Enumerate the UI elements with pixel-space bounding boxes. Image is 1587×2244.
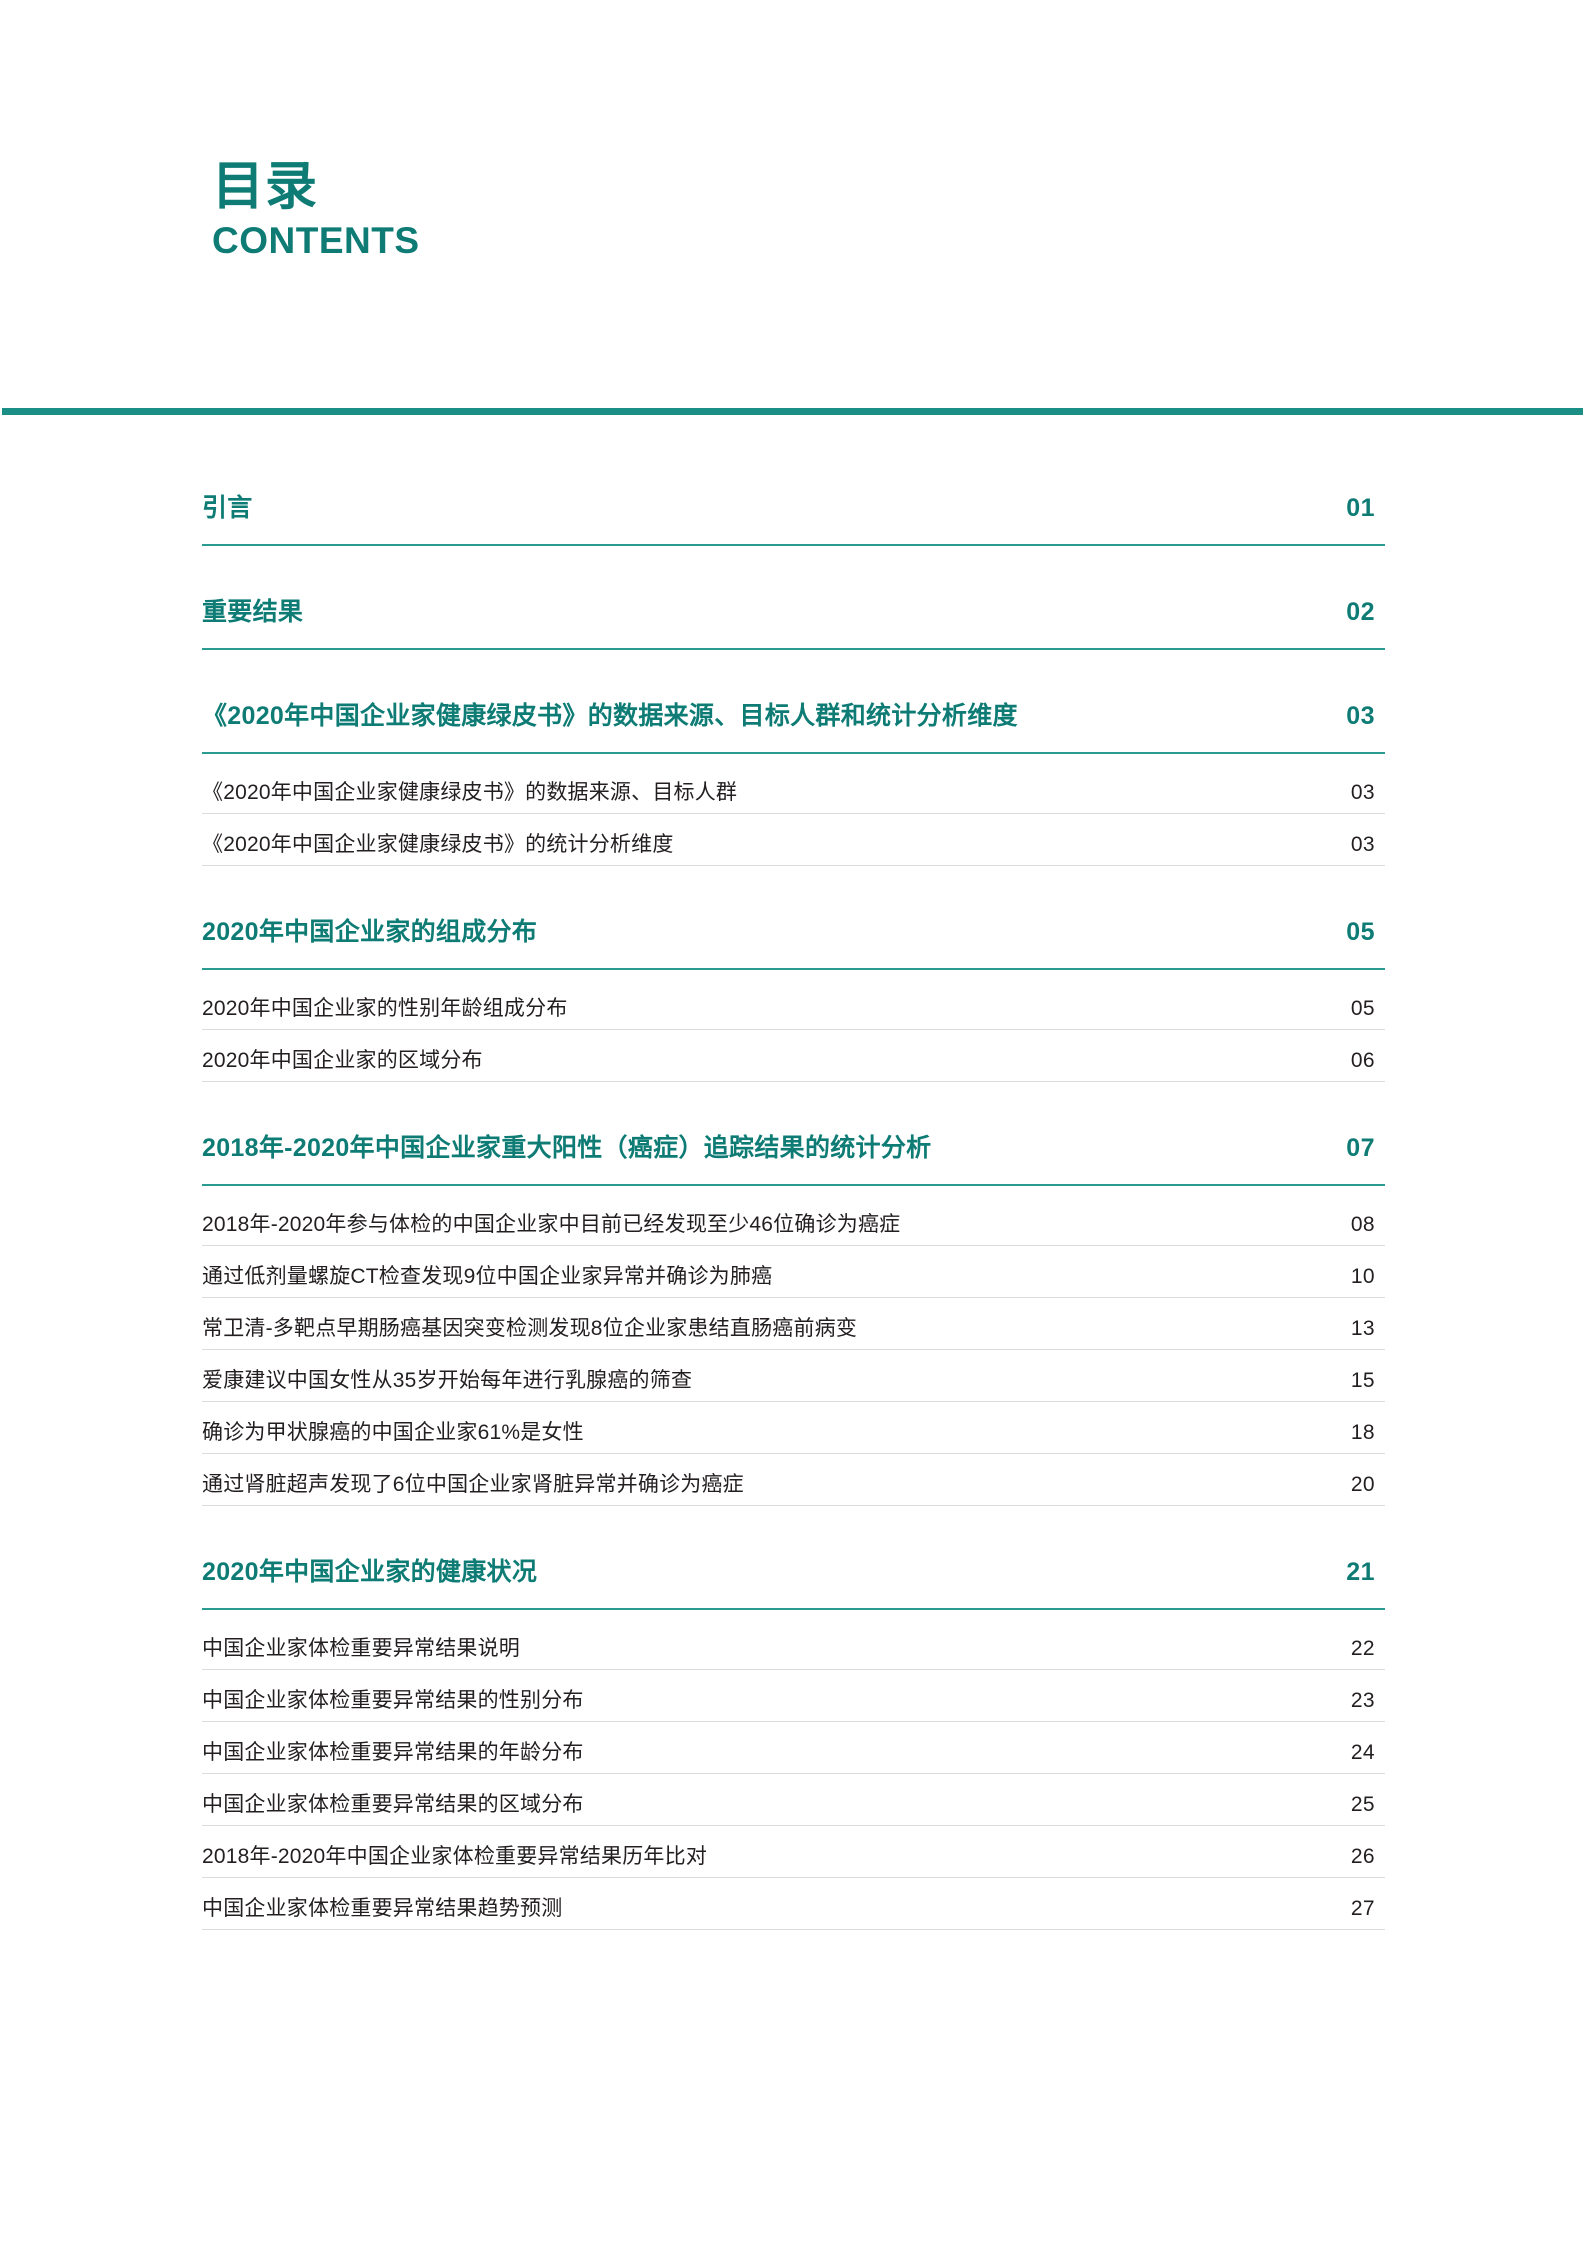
toc-section-page-number: 01 xyxy=(1346,494,1375,522)
toc-subitem-page-number: 03 xyxy=(1350,781,1375,804)
toc-subitem-label: 中国企业家体检重要异常结果的性别分布 xyxy=(202,1689,584,1712)
toc-subitem-row[interactable]: 《2020年中国企业家健康绿皮书》的统计分析维度 03 xyxy=(0,814,1587,865)
toc-subitem-row[interactable]: 中国企业家体检重要异常结果的年龄分布 24 xyxy=(0,1722,1587,1773)
toc-section-page-number: 02 xyxy=(1346,598,1375,626)
toc-section-label: 2020年中国企业家的组成分布 xyxy=(202,918,538,946)
toc-subitem-page-number: 18 xyxy=(1350,1421,1375,1444)
toc-subitem-page-number: 27 xyxy=(1350,1897,1375,1920)
toc-section-label: 2020年中国企业家的健康状况 xyxy=(202,1558,538,1586)
toc-subitem-row[interactable]: 2018年-2020年参与体检的中国企业家中目前已经发现至少46位确诊为癌症 08 xyxy=(0,1194,1587,1245)
toc-group: 2020年中国企业家的组成分布 05 2020年中国企业家的性别年龄组成分布 05 20… xyxy=(0,912,1587,1082)
toc-list: 引言 01 重要结果 02 《2020年中国企业家健康绿皮书》的数据来源、目标人群和统计… xyxy=(0,488,1587,1930)
toc-page: 目录 CONTENTS 引言 01 重要结果 02 《2020年中国企业家健康绿皮书》的… xyxy=(0,0,1587,2244)
toc-section-page-number: 05 xyxy=(1346,918,1375,946)
toc-subitem-row[interactable]: 2020年中国企业家的性别年龄组成分布 05 xyxy=(0,978,1587,1029)
toc-subitem-page-number: 10 xyxy=(1350,1265,1375,1288)
toc-subitem-label: 通过肾脏超声发现了6位中国企业家肾脏异常并确诊为癌症 xyxy=(202,1473,744,1496)
toc-subitem-label: 确诊为甲状腺癌的中国企业家61%是女性 xyxy=(202,1421,584,1444)
toc-subitem-label: 中国企业家体检重要异常结果的年龄分布 xyxy=(202,1741,584,1764)
header-divider xyxy=(2,408,1583,415)
toc-subitem-page-number: 22 xyxy=(1350,1637,1375,1660)
toc-subitem-label: 通过低剂量螺旋CT检查发现9位中国企业家异常并确诊为肺癌 xyxy=(202,1265,773,1288)
toc-subitem-list: 2018年-2020年参与体检的中国企业家中目前已经发现至少46位确诊为癌症 08… xyxy=(0,1186,1587,1506)
toc-subitem-page-number: 23 xyxy=(1350,1689,1375,1712)
toc-subitem-list: 2020年中国企业家的性别年龄组成分布 05 2020年中国企业家的区域分布 06 xyxy=(0,970,1587,1082)
toc-section-row[interactable]: 2018年-2020年中国企业家重大阳性（癌症）追踪结果的统计分析 07 xyxy=(0,1128,1587,1184)
toc-section-divider xyxy=(202,544,1385,546)
toc-header: 目录 CONTENTS xyxy=(212,160,420,261)
toc-section-label: 引言 xyxy=(202,494,253,522)
toc-subitem-divider xyxy=(202,1081,1385,1082)
toc-subitem-row[interactable]: 中国企业家体检重要异常结果的区域分布 25 xyxy=(0,1774,1587,1825)
toc-section-label: 2018年-2020年中国企业家重大阳性（癌症）追踪结果的统计分析 xyxy=(202,1134,932,1162)
toc-group: 引言 01 xyxy=(0,488,1587,546)
toc-subitem-label: 爱康建议中国女性从35岁开始每年进行乳腺癌的筛查 xyxy=(202,1369,693,1392)
toc-section-divider xyxy=(202,648,1385,650)
toc-subitem-page-number: 03 xyxy=(1350,833,1375,856)
toc-subitem-label: 2018年-2020年中国企业家体检重要异常结果历年比对 xyxy=(202,1845,708,1868)
toc-section-label: 《2020年中国企业家健康绿皮书》的数据来源、目标人群和统计分析维度 xyxy=(202,702,1018,730)
toc-subitem-row[interactable]: 中国企业家体检重要异常结果的性别分布 23 xyxy=(0,1670,1587,1721)
toc-subitem-row[interactable]: 通过低剂量螺旋CT检查发现9位中国企业家异常并确诊为肺癌 10 xyxy=(0,1246,1587,1297)
toc-subitem-label: 常卫清-多靶点早期肠癌基因突变检测发现8位企业家患结直肠癌前病变 xyxy=(202,1317,858,1340)
toc-subitem-label: 中国企业家体检重要异常结果说明 xyxy=(202,1637,520,1660)
toc-subitem-list: 《2020年中国企业家健康绿皮书》的数据来源、目标人群 03 《2020年中国企业家… xyxy=(0,754,1587,866)
toc-group: 2020年中国企业家的健康状况 21 中国企业家体检重要异常结果说明 22 中国企业家体… xyxy=(0,1552,1587,1930)
toc-subitem-label: 2020年中国企业家的性别年龄组成分布 xyxy=(202,997,568,1020)
toc-subitem-page-number: 08 xyxy=(1350,1213,1375,1236)
toc-subitem-row[interactable]: 中国企业家体检重要异常结果说明 22 xyxy=(0,1618,1587,1669)
toc-subitem-page-number: 13 xyxy=(1350,1317,1375,1340)
toc-subitem-label: 《2020年中国企业家健康绿皮书》的数据来源、目标人群 xyxy=(202,781,738,804)
toc-subitem-page-number: 06 xyxy=(1350,1049,1375,1072)
toc-subitem-page-number: 15 xyxy=(1350,1369,1375,1392)
toc-subitem-label: 中国企业家体检重要异常结果的区域分布 xyxy=(202,1793,584,1816)
toc-subitem-label: 中国企业家体检重要异常结果趋势预测 xyxy=(202,1897,563,1920)
toc-subitem-row[interactable]: 中国企业家体检重要异常结果趋势预测 27 xyxy=(0,1878,1587,1929)
toc-section-page-number: 07 xyxy=(1346,1134,1375,1162)
toc-subitem-page-number: 05 xyxy=(1350,997,1375,1020)
toc-subitem-page-number: 26 xyxy=(1350,1845,1375,1868)
page-title-cn: 目录 xyxy=(212,158,319,216)
toc-section-row[interactable]: 2020年中国企业家的组成分布 05 xyxy=(0,912,1587,968)
toc-subitem-row[interactable]: 爱康建议中国女性从35岁开始每年进行乳腺癌的筛查 15 xyxy=(0,1350,1587,1401)
toc-subitem-page-number: 25 xyxy=(1350,1793,1375,1816)
toc-subitem-divider xyxy=(202,1929,1385,1930)
toc-section-row[interactable]: 重要结果 02 xyxy=(0,592,1587,648)
toc-subitem-row[interactable]: 2018年-2020年中国企业家体检重要异常结果历年比对 26 xyxy=(0,1826,1587,1877)
toc-section-row[interactable]: 2020年中国企业家的健康状况 21 xyxy=(0,1552,1587,1608)
toc-subitem-row[interactable]: 2020年中国企业家的区域分布 06 xyxy=(0,1030,1587,1081)
toc-subitem-row[interactable]: 通过肾脏超声发现了6位中国企业家肾脏异常并确诊为癌症 20 xyxy=(0,1454,1587,1505)
toc-subitem-row[interactable]: 《2020年中国企业家健康绿皮书》的数据来源、目标人群 03 xyxy=(0,762,1587,813)
toc-subitem-divider xyxy=(202,865,1385,866)
toc-group: 《2020年中国企业家健康绿皮书》的数据来源、目标人群和统计分析维度 03 《202… xyxy=(0,696,1587,866)
toc-subitem-divider xyxy=(202,1505,1385,1506)
toc-subitem-page-number: 20 xyxy=(1350,1473,1375,1496)
toc-group: 2018年-2020年中国企业家重大阳性（癌症）追踪结果的统计分析 07 2018年… xyxy=(0,1128,1587,1506)
toc-subitem-page-number: 24 xyxy=(1350,1741,1375,1764)
page-title-en: CONTENTS xyxy=(212,219,420,261)
toc-section-label: 重要结果 xyxy=(202,598,304,626)
toc-subitem-label: 《2020年中国企业家健康绿皮书》的统计分析维度 xyxy=(202,833,674,856)
toc-section-page-number: 21 xyxy=(1346,1558,1375,1586)
toc-section-page-number: 03 xyxy=(1346,702,1375,730)
toc-subitem-row[interactable]: 常卫清-多靶点早期肠癌基因突变检测发现8位企业家患结直肠癌前病变 13 xyxy=(0,1298,1587,1349)
toc-subitem-label: 2020年中国企业家的区域分布 xyxy=(202,1049,483,1072)
toc-group: 重要结果 02 xyxy=(0,592,1587,650)
toc-subitem-row[interactable]: 确诊为甲状腺癌的中国企业家61%是女性 18 xyxy=(0,1402,1587,1453)
toc-section-row[interactable]: 引言 01 xyxy=(0,488,1587,544)
toc-section-row[interactable]: 《2020年中国企业家健康绿皮书》的数据来源、目标人群和统计分析维度 03 xyxy=(0,696,1587,752)
toc-subitem-label: 2018年-2020年参与体检的中国企业家中目前已经发现至少46位确诊为癌症 xyxy=(202,1213,901,1236)
toc-subitem-list: 中国企业家体检重要异常结果说明 22 中国企业家体检重要异常结果的性别分布 23 中国企… xyxy=(0,1610,1587,1930)
